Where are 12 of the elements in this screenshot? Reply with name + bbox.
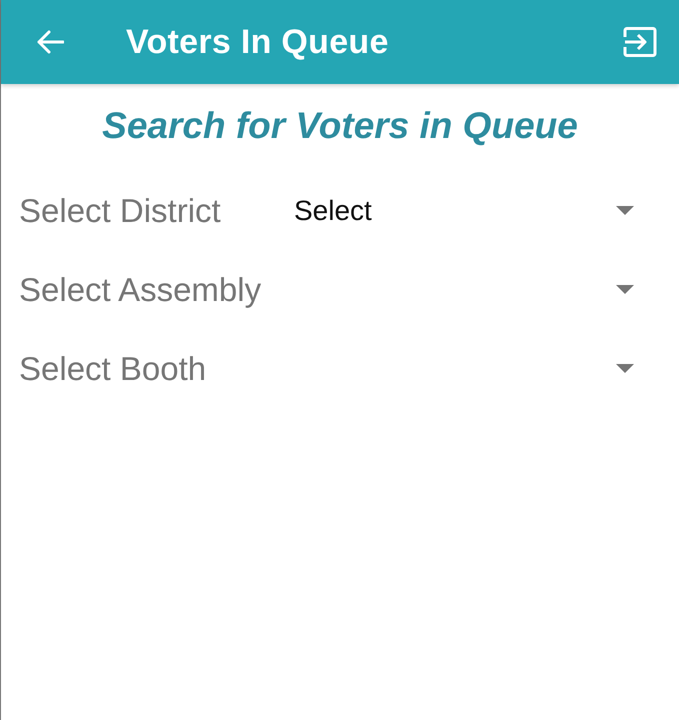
dropdown-field[interactable]: Select bbox=[294, 186, 635, 234]
dropdown-caret-icon bbox=[616, 364, 634, 373]
dropdown-caret-icon bbox=[616, 285, 634, 294]
screen-title: Voters In Queue bbox=[126, 22, 389, 62]
field-label: Select District bbox=[19, 192, 222, 230]
search-heading: Search for Voters in Queue bbox=[101, 104, 579, 148]
back-arrow-icon bbox=[36, 30, 64, 54]
dropdown-caret-icon bbox=[616, 206, 634, 215]
exit-icon bbox=[623, 27, 657, 57]
field-label: Select Booth bbox=[19, 350, 208, 388]
field-label: Select Assembly bbox=[19, 270, 262, 308]
exit-button[interactable] bbox=[623, 27, 657, 57]
